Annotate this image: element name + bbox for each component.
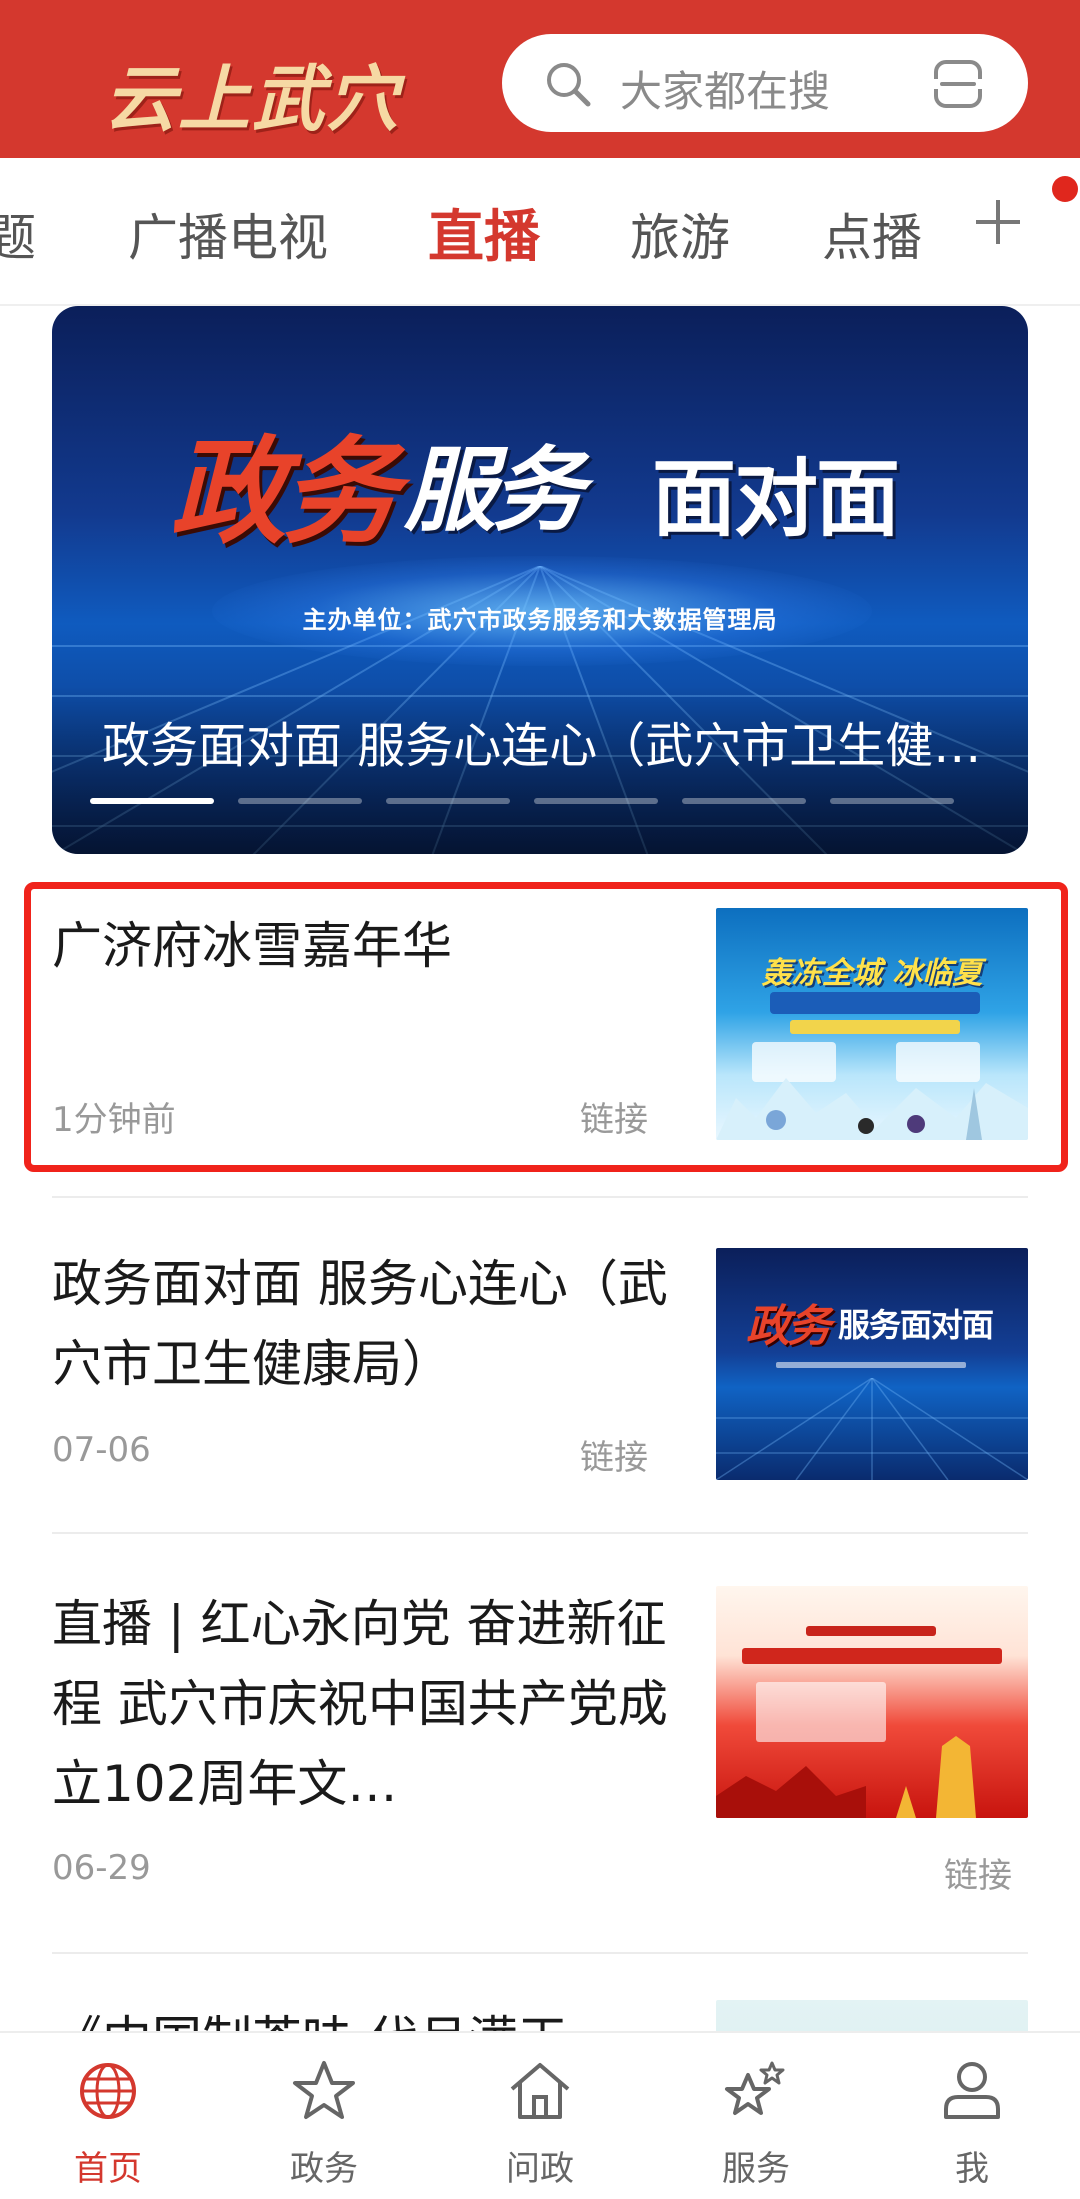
thumb-ice-scene	[716, 1078, 1028, 1140]
search-icon	[547, 63, 591, 107]
channel-tabs: 题 广播电视 直播 旅游 点播	[0, 158, 1080, 304]
news-time: 1分钟前	[52, 1100, 176, 1140]
banner-title-white-2: 面对面	[652, 450, 900, 548]
news-type-label: 链接	[580, 1100, 648, 1140]
nav-home[interactable]: 首页	[0, 2033, 216, 2199]
carousel-dot	[386, 798, 510, 804]
carousel-dot	[830, 798, 954, 804]
thumb-banner-strip	[790, 1020, 960, 1034]
plus-icon[interactable]	[968, 192, 1028, 252]
nav-label: 服务	[722, 2149, 790, 2189]
tab-topic[interactable]: 题	[0, 198, 36, 270]
news-title: 广济府冰雪嘉年华	[52, 917, 452, 975]
search-placeholder: 大家都在搜	[620, 67, 831, 116]
thumb-title-white: 服务面对面	[838, 1306, 994, 1344]
globe-icon	[80, 2063, 136, 2119]
nav-me[interactable]: 我	[864, 2033, 1080, 2199]
app-header: 云上武穴 大家都在搜	[0, 0, 1080, 158]
list-divider	[52, 1196, 1028, 1198]
user-icon	[944, 2062, 1000, 2119]
news-type-label: 链接	[580, 1438, 648, 1478]
banner-host-line: 主办单位：武穴市政务服务和大数据管理局	[302, 606, 778, 634]
nav-government[interactable]: 政务	[216, 2033, 432, 2199]
news-time: 06-29	[52, 1848, 151, 1888]
banner-carousel[interactable]: 政务 服务 面对面 主办单位：武穴市政务服务和大数据管理局 政务面对面 服务心连…	[52, 306, 1028, 854]
thumb-grid-graphic	[716, 1378, 1028, 1480]
carousel-dot	[90, 798, 214, 804]
carousel-dot	[682, 798, 806, 804]
nav-label: 政务	[290, 2149, 358, 2189]
notification-dot	[1052, 176, 1078, 202]
news-type-label: 链接	[944, 1856, 1012, 1896]
thumb-monument-graphic	[716, 1736, 976, 1818]
search-bar[interactable]: 大家都在搜	[502, 34, 1028, 132]
list-divider	[52, 1952, 1028, 1954]
star-icon	[293, 2061, 355, 2119]
news-time: 07-06	[52, 1430, 151, 1470]
news-item[interactable]: 政务面对面 服务心连心（武穴市卫生健康局） 07-06 链接 政务 服务面对面	[52, 1244, 1028, 1484]
thumb-text-strip	[806, 1626, 936, 1636]
thumb-text-block	[756, 1682, 886, 1742]
tab-live[interactable]: 直播	[428, 192, 540, 273]
banner-caption: 政务面对面 服务心连心（武穴市卫生健康局）	[102, 718, 982, 774]
nav-inquiry[interactable]: 问政	[432, 2033, 648, 2199]
thumb-text-strip	[742, 1648, 1002, 1664]
thumb-host-line	[776, 1362, 966, 1368]
nav-label: 首页	[74, 2149, 142, 2189]
carousel-dot	[534, 798, 658, 804]
scan-icon[interactable]	[930, 56, 986, 112]
news-thumbnail	[716, 1586, 1028, 1818]
news-title: 直播 | 红心永向党 奋进新征程 武穴市庆祝中国共产党成立102周年文…	[52, 1595, 668, 1813]
thumb-title-red: 政务	[746, 1301, 831, 1352]
tab-on-demand[interactable]: 点播	[822, 198, 922, 270]
app-logo: 云上武穴	[104, 56, 401, 141]
news-item[interactable]: 《中国制茶味 代月满天	[52, 2000, 1028, 2031]
news-thumbnail: 政务 服务面对面	[716, 1248, 1028, 1480]
stars-icon	[725, 2061, 785, 2115]
tab-travel[interactable]: 旅游	[630, 198, 730, 270]
nav-label: 问政	[506, 2149, 574, 2189]
news-title: 政务面对面 服务心连心（武穴市卫生健康局）	[52, 1255, 668, 1393]
thumb-banner-strip	[770, 992, 980, 1014]
home-icon	[510, 2063, 570, 2119]
nav-service[interactable]: 服务	[648, 2033, 864, 2199]
news-item[interactable]: 直播 | 红心永向党 奋进新征程 武穴市庆祝中国共产党成立102周年文… 06-…	[52, 1584, 1028, 1896]
tab-broadcast-tv[interactable]: 广播电视	[128, 198, 328, 270]
news-thumbnail: 轰冻全城 冰临夏	[716, 908, 1028, 1140]
news-title: 《中国制茶味 代月满天	[52, 2000, 672, 2031]
list-divider	[52, 1532, 1028, 1534]
carousel-dot	[238, 798, 362, 804]
banner-title-white: 服务	[404, 436, 584, 544]
bottom-navigation: 首页 政务 问政 服务 我	[0, 2031, 1080, 2199]
news-item[interactable]: 广济府冰雪嘉年华 1分钟前 链接 轰冻全城 冰临夏	[52, 906, 1028, 1146]
news-thumbnail	[716, 2000, 1028, 2031]
nav-label: 我	[955, 2149, 989, 2189]
thumb-headline: 轰冻全城 冰临夏	[761, 956, 983, 991]
banner-title-red: 政务	[170, 424, 398, 560]
carousel-indicator	[90, 798, 990, 806]
